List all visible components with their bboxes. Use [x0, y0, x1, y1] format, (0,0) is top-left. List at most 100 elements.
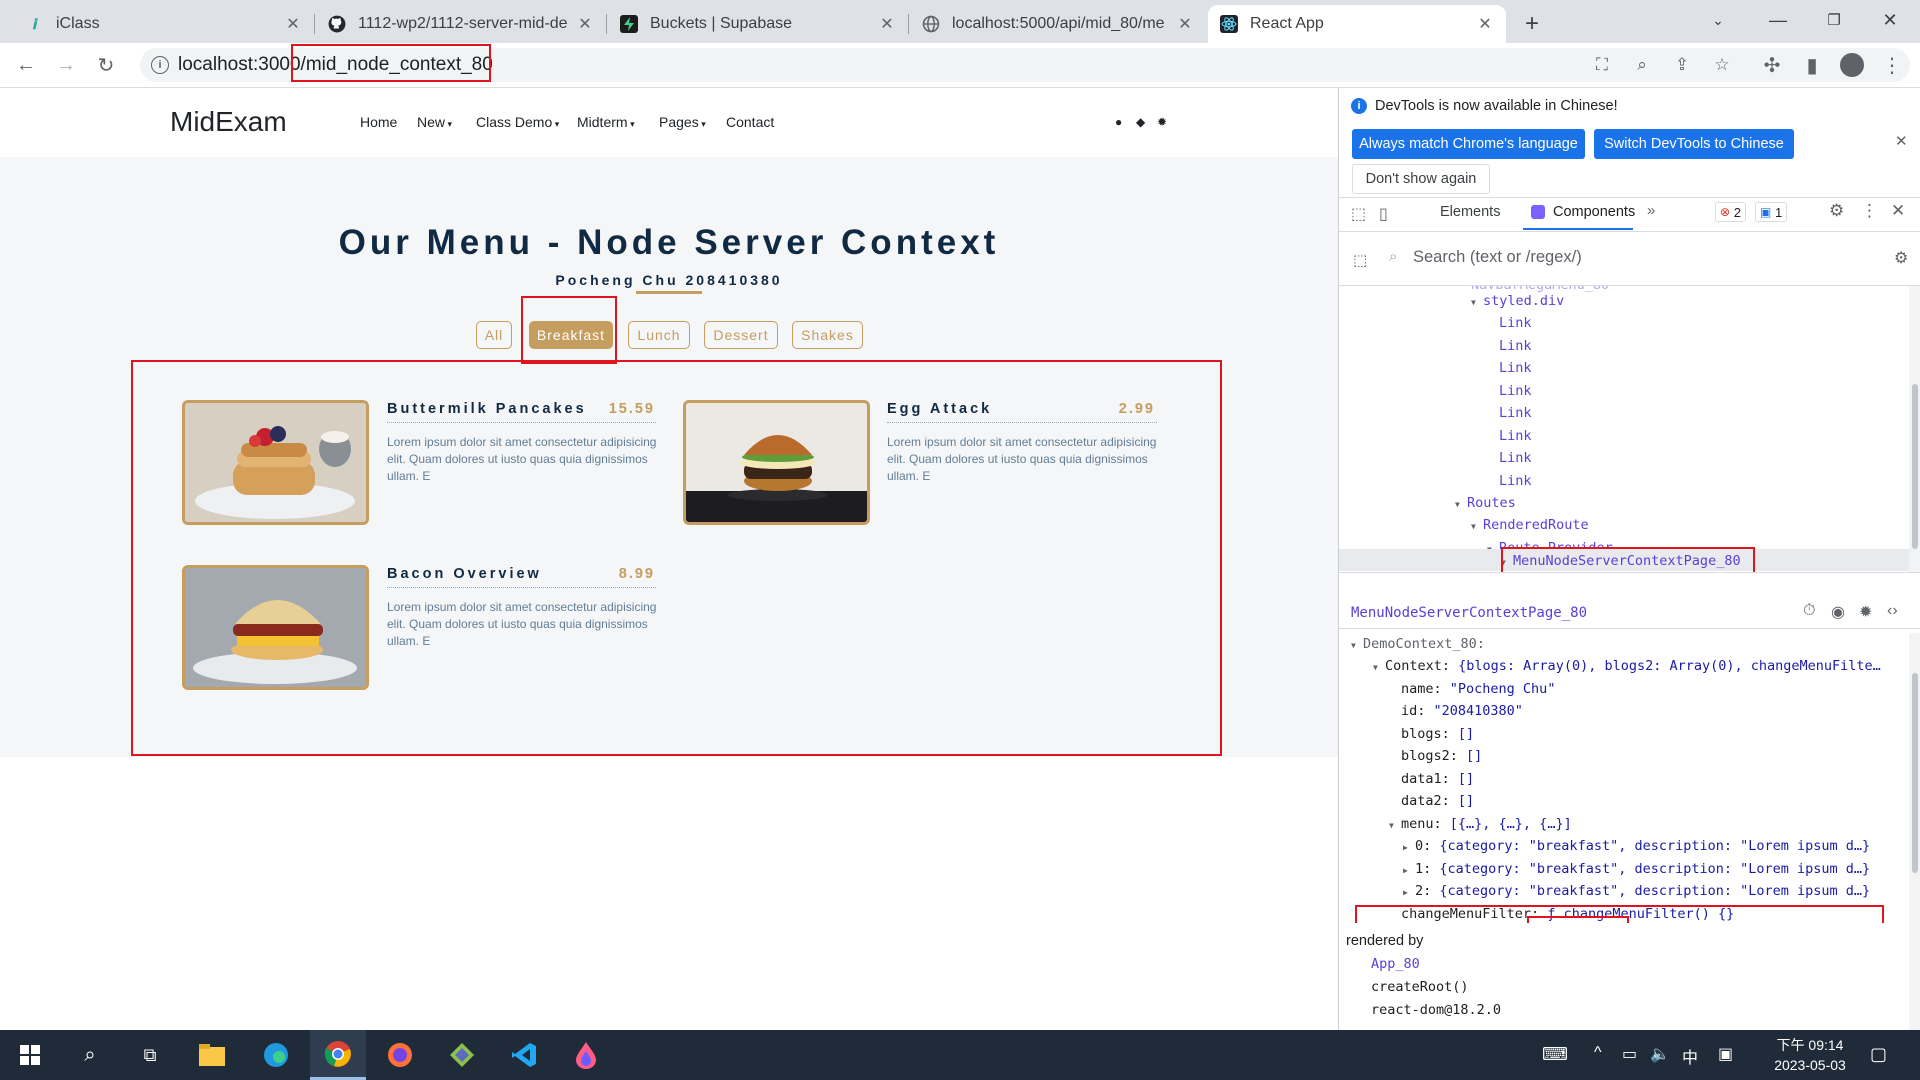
prop-row[interactable]: name: "Pocheng Chu": [1401, 678, 1555, 700]
browser-menu-icon[interactable]: ⋮: [1876, 49, 1908, 81]
profile-avatar-icon[interactable]: [1836, 49, 1868, 81]
log-data-icon[interactable]: ✹: [1859, 602, 1872, 622]
close-tab-icon[interactable]: ✕: [576, 15, 594, 33]
tree-row[interactable]: Link: [1499, 380, 1532, 402]
nav-class-demo[interactable]: Class Demo ▾: [476, 114, 559, 130]
clock[interactable]: 下午 09:14 2023-05-03: [1760, 1035, 1860, 1075]
reload-icon[interactable]: ↻: [90, 49, 122, 81]
file-explorer-icon[interactable]: [184, 1030, 240, 1080]
nav-midterm[interactable]: Midterm ▾: [577, 114, 635, 130]
nav-contact[interactable]: Contact: [726, 114, 774, 130]
close-tab-icon[interactable]: ✕: [1476, 15, 1494, 33]
prop-row[interactable]: ▶ 0: {category: "breakfast", description:…: [1403, 835, 1870, 857]
firefox-icon[interactable]: [372, 1030, 428, 1080]
tree-row[interactable]: Link: [1499, 470, 1532, 492]
forward-icon[interactable]: →: [50, 49, 82, 81]
prop-row[interactable]: blogs: []: [1401, 723, 1474, 745]
props-scrollbar[interactable]: [1909, 633, 1920, 1030]
bookmark-star-icon[interactable]: ☆: [1710, 53, 1734, 77]
tree-scrollbar[interactable]: [1909, 286, 1920, 572]
prop-row[interactable]: data1: []: [1401, 768, 1474, 790]
tab-search-icon[interactable]: ⌄: [1690, 0, 1746, 40]
share-icon[interactable]: ⇪: [1670, 53, 1694, 77]
tab-github[interactable]: 1112-wp2/1112-server-mid-de ✕: [316, 5, 606, 43]
site-brand[interactable]: MidExam: [170, 106, 287, 138]
address-bar[interactable]: i localhost:3000/mid_node_context_80 ⛶ ⌕…: [140, 44, 1910, 82]
rendered-by-item[interactable]: App_80: [1371, 956, 1420, 972]
message-count-badge[interactable]: ▣ 1: [1755, 202, 1788, 222]
side-panel-icon[interactable]: ▮: [1796, 49, 1828, 81]
suspend-icon[interactable]: ⏱: [1803, 602, 1815, 620]
filter-lunch-button[interactable]: Lunch: [628, 321, 690, 349]
tree-row[interactable]: Link: [1499, 425, 1532, 447]
tree-row[interactable]: ▼ RenderedRoute: [1471, 514, 1589, 536]
info-icon[interactable]: i: [151, 56, 169, 74]
tab-react-app[interactable]: React App ✕: [1208, 5, 1506, 43]
inspect-element-icon[interactable]: ⬚: [1351, 204, 1366, 224]
component-settings-icon[interactable]: ⚙: [1894, 248, 1908, 268]
zoom-icon[interactable]: ⌕: [1630, 53, 1654, 77]
tab-iclass[interactable]: 𝒊 iClass ✕: [14, 5, 314, 43]
prop-row[interactable]: data2: []: [1401, 790, 1474, 812]
switch-to-chinese-button[interactable]: Switch DevTools to Chinese: [1594, 129, 1794, 159]
windows-start-icon[interactable]: [2, 1030, 58, 1080]
view-source-icon[interactable]: ‹›: [1887, 602, 1898, 620]
close-banner-icon[interactable]: ✕: [1895, 132, 1908, 150]
tab-supabase[interactable]: Buckets | Supabase ✕: [608, 5, 908, 43]
error-count-badge[interactable]: ⊗ 2: [1715, 202, 1746, 222]
new-tab-icon[interactable]: +: [1516, 8, 1548, 40]
search-icon[interactable]: ⌕: [62, 1030, 118, 1080]
search-input[interactable]: Search (text or /regex/): [1413, 248, 1582, 267]
prop-row[interactable]: ▶ 1: {category: "breakfast", description:…: [1403, 858, 1870, 880]
close-tab-icon[interactable]: ✕: [1176, 15, 1194, 33]
translate-icon[interactable]: ⛶: [1590, 53, 1614, 77]
app-drop-icon[interactable]: [558, 1030, 614, 1080]
component-search-field[interactable]: ⌕ Search (text or /regex/): [1383, 238, 1895, 276]
volume-muted-icon[interactable]: 🔈: [1650, 1044, 1670, 1064]
nav-home[interactable]: Home: [360, 114, 397, 130]
vscode-icon[interactable]: [496, 1030, 552, 1080]
github-icon[interactable]: ●: [1115, 115, 1122, 129]
tree-row[interactable]: Link: [1499, 335, 1532, 357]
close-window-icon[interactable]: ✕: [1862, 0, 1918, 40]
diamond-icon[interactable]: ◆: [1136, 115, 1145, 129]
nav-new[interactable]: New ▾: [417, 114, 452, 130]
prop-row[interactable]: blogs2: []: [1401, 745, 1482, 767]
network-icon[interactable]: ▭: [1622, 1044, 1637, 1064]
nav-pages[interactable]: Pages ▾: [659, 114, 706, 130]
prop-row[interactable]: ▼ menu: [{…}, {…}, {…}]: [1389, 813, 1572, 835]
tab-elements[interactable]: Elements: [1440, 204, 1500, 220]
devtools-settings-icon[interactable]: ⚙: [1829, 201, 1844, 221]
filter-all-button[interactable]: All: [476, 321, 512, 349]
select-component-icon[interactable]: ⬚: [1353, 251, 1367, 269]
tree-row[interactable]: ▼ Routes: [1455, 492, 1516, 514]
always-match-language-button[interactable]: Always match Chrome's language: [1352, 129, 1585, 159]
devtools-menu-icon[interactable]: ⋮: [1861, 201, 1878, 221]
minimize-icon[interactable]: —: [1750, 0, 1806, 40]
git-tool-icon[interactable]: [434, 1030, 490, 1080]
context-header[interactable]: ▼ DemoContext_80:: [1351, 633, 1485, 655]
chrome-icon[interactable]: [310, 1030, 366, 1080]
notifications-icon[interactable]: ▢: [1870, 1044, 1887, 1065]
close-tab-icon[interactable]: ✕: [284, 15, 302, 33]
tree-row[interactable]: Link: [1499, 447, 1532, 469]
keyboard-icon[interactable]: ⌨: [1542, 1044, 1568, 1065]
filter-dessert-button[interactable]: Dessert: [704, 321, 778, 349]
tree-row[interactable]: Link: [1499, 402, 1532, 424]
task-view-icon[interactable]: ⧉: [122, 1030, 178, 1080]
tree-row[interactable]: ▼ styled.div: [1471, 290, 1564, 312]
prop-row[interactable]: ▼ Context: {blogs: Array(0), blogs2: Arra…: [1373, 655, 1881, 677]
edge-icon[interactable]: [248, 1030, 304, 1080]
extensions-icon[interactable]: ✣: [1756, 49, 1788, 81]
ime-indicator[interactable]: 中: [1682, 1044, 1698, 1068]
maximize-icon[interactable]: ❐: [1806, 0, 1862, 40]
show-hidden-icons[interactable]: ^: [1594, 1044, 1602, 1062]
tab-components[interactable]: Components: [1553, 204, 1635, 220]
close-devtools-icon[interactable]: ✕: [1891, 201, 1905, 221]
inspect-dom-icon[interactable]: ◉: [1831, 602, 1845, 622]
back-icon[interactable]: ←: [10, 49, 42, 81]
tab-api[interactable]: localhost:5000/api/mid_80/me ✕: [910, 5, 1206, 43]
prop-row[interactable]: ▶ 2: {category: "breakfast", description:…: [1403, 880, 1870, 902]
dont-show-again-button[interactable]: Don't show again: [1352, 164, 1490, 194]
ime-mode-icon[interactable]: ▣: [1718, 1044, 1733, 1064]
